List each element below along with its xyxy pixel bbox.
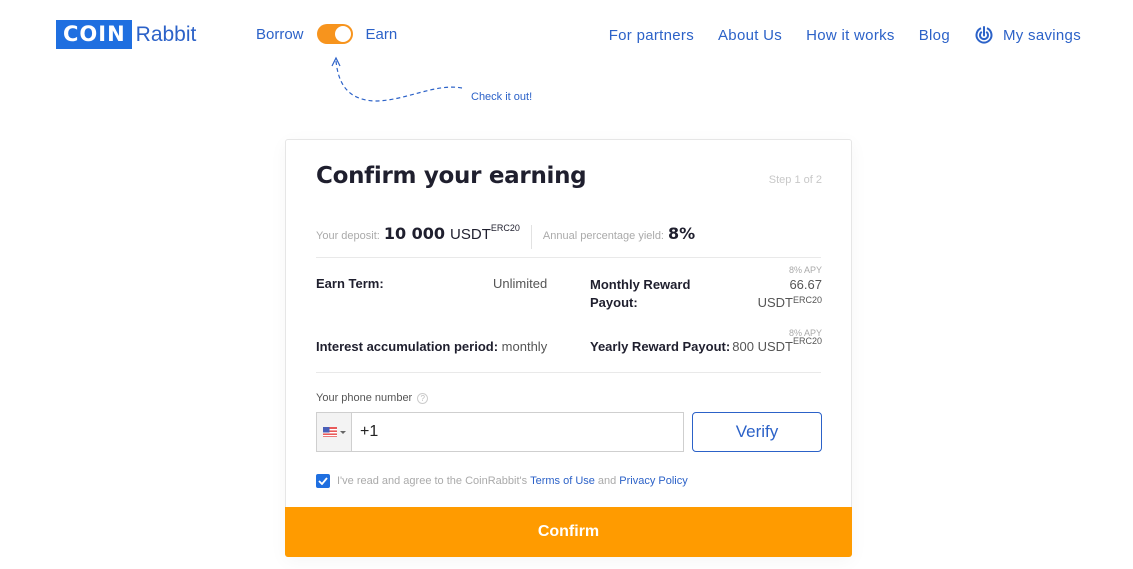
card-title: Confirm your earning (316, 163, 587, 189)
nav-how-it-works[interactable]: How it works (806, 27, 895, 44)
logo[interactable]: COIN Rabbit (56, 20, 196, 49)
step-indicator: Step 1 of 2 (768, 174, 822, 186)
my-savings-label: My savings (1002, 26, 1081, 44)
savings-dial-icon (975, 26, 993, 44)
check-it-out-hint: Check it out! (471, 91, 533, 103)
terms-of-use-link[interactable]: Terms of Use (530, 475, 595, 487)
apy-value: 8% (668, 224, 696, 243)
top-nav: For partners About Us How it works Blog … (585, 25, 1081, 45)
summary-divider (530, 225, 532, 249)
us-flag-icon (322, 427, 337, 437)
nav-my-savings[interactable]: My savings (974, 25, 1081, 45)
logo-coin: COIN (56, 20, 132, 49)
agreement-text: I've read and agree to the CoinRabbit's (337, 475, 528, 487)
confirm-button[interactable]: Confirm (285, 507, 852, 557)
yearly-payout-value: 800 USDTERC20 (732, 336, 822, 354)
agree-checkbox[interactable] (316, 474, 330, 488)
agreement-and: and (597, 475, 617, 487)
monthly-apy-note: 8% APY (788, 265, 822, 275)
nav-for-partners[interactable]: For partners (609, 27, 694, 44)
dashed-arrow-icon (331, 56, 463, 102)
deposit-currency: USDTERC20 (450, 223, 520, 243)
phone-label: Your phone number ? (316, 392, 429, 404)
earn-term-value: Unlimited (493, 276, 548, 291)
privacy-policy-link[interactable]: Privacy Policy (619, 475, 687, 487)
mode-earn-label[interactable]: Earn (366, 26, 398, 43)
verify-button[interactable]: Verify (692, 412, 822, 452)
interest-period: Interest accumulation period: monthly (316, 339, 547, 354)
deposit-amount: 10 000 (383, 224, 446, 243)
phone-input[interactable] (352, 413, 683, 451)
checkmark-icon (318, 477, 328, 485)
deposit-network: ERC20 (490, 223, 520, 233)
apy-label: Annual percentage yield: (542, 230, 664, 242)
agreement: I've read and agree to the CoinRabbit's … (316, 474, 691, 488)
chevron-down-icon (339, 430, 346, 434)
earn-term-label: Earn Term: (316, 276, 384, 291)
monthly-payout-label: Monthly Reward Payout: (590, 277, 691, 310)
monthly-payout-value: 66.67 USDTERC20 (757, 277, 822, 310)
country-selector[interactable] (317, 413, 352, 451)
toggle-knob (334, 26, 351, 42)
nav-about-us[interactable]: About Us (718, 27, 782, 44)
nav-blog[interactable]: Blog (919, 27, 950, 44)
mode-switch: Borrow Earn (256, 24, 397, 44)
divider (316, 257, 821, 258)
divider (316, 372, 821, 373)
logo-rabbit: Rabbit (135, 22, 197, 46)
interest-period-label: Interest accumulation period: (316, 339, 499, 354)
borrow-earn-toggle[interactable] (316, 24, 353, 44)
confirm-earning-card: Confirm your earning Step 1 of 2 Your de… (285, 139, 852, 557)
deposit-summary: Your deposit: 10 000 USDTERC20 Annual pe… (316, 223, 696, 250)
yearly-payout-label: Yearly Reward Payout: (590, 339, 731, 354)
deposit-label: Your deposit: (316, 230, 380, 242)
phone-field (316, 412, 684, 452)
help-icon[interactable]: ? (417, 392, 429, 404)
interest-period-value: monthly (501, 339, 548, 354)
mode-borrow-label[interactable]: Borrow (256, 26, 304, 43)
